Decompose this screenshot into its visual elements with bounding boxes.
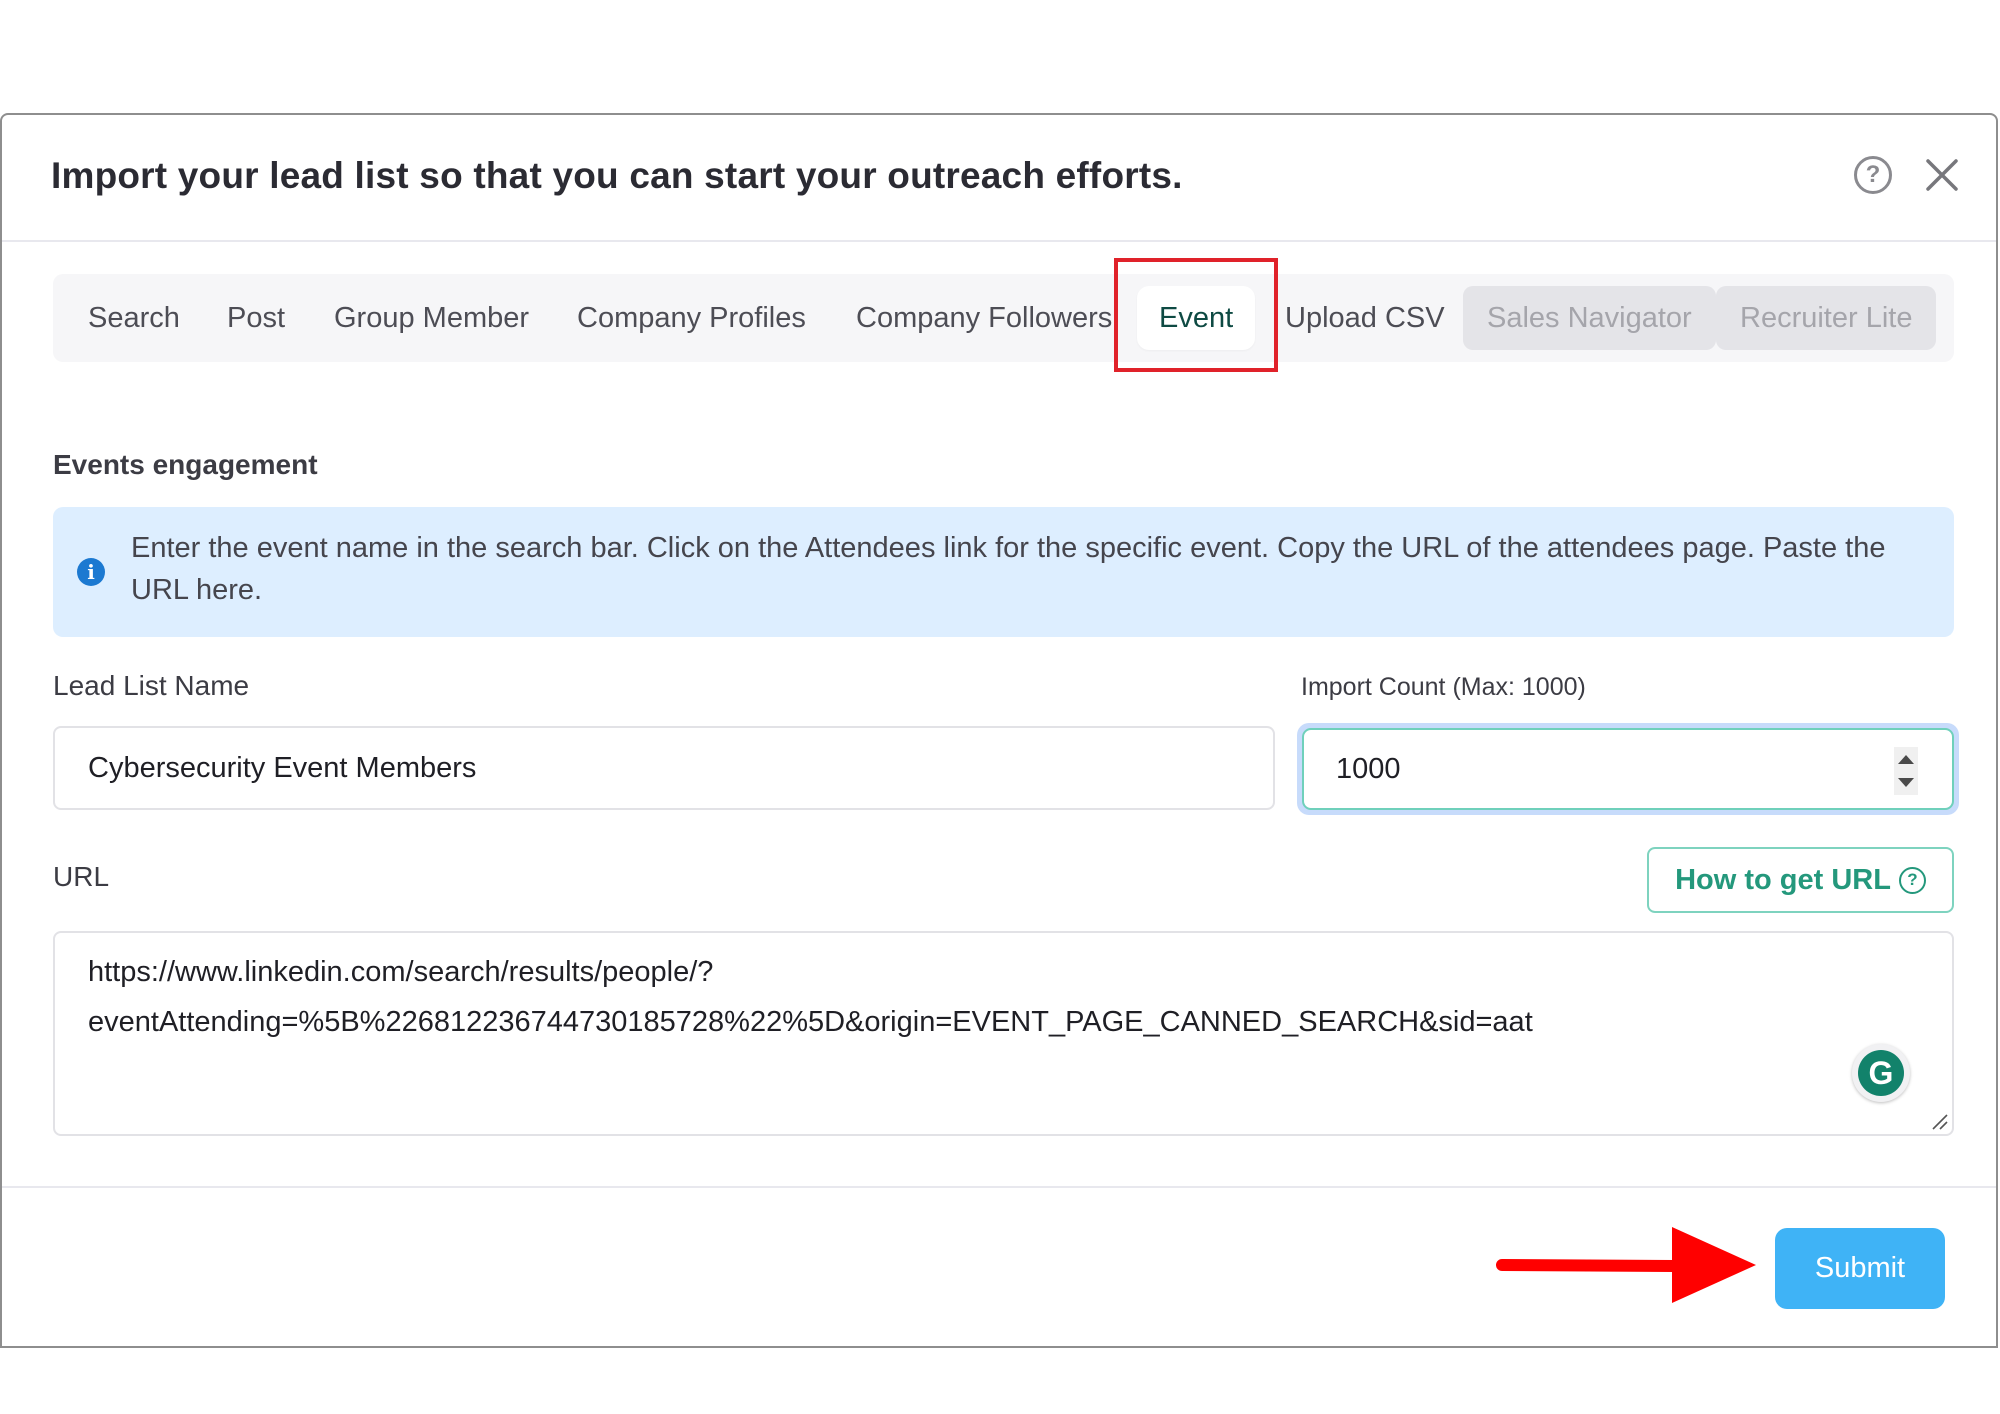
modal-title: Import your lead list so that you can st… [51, 155, 1183, 196]
import-count-stepper[interactable] [1894, 747, 1918, 795]
close-button[interactable] [1920, 153, 1964, 197]
stepper-up-icon[interactable] [1898, 755, 1914, 764]
tab-group-member[interactable]: Group Member [334, 286, 529, 350]
question-circle-icon: ? [1865, 161, 1881, 188]
url-value: https://www.linkedin.com/search/results/… [88, 947, 1908, 1047]
close-x-icon [1926, 159, 1958, 191]
stepper-down-icon[interactable] [1898, 778, 1914, 787]
lead-list-name-input[interactable]: Cybersecurity Event Members [53, 726, 1275, 810]
help-button[interactable]: ? [1854, 156, 1892, 194]
tab-event[interactable]: Event [1137, 286, 1256, 350]
import-count-input[interactable]: 1000 [1302, 728, 1954, 810]
tab-post[interactable]: Post [227, 286, 285, 350]
grammarly-button[interactable]: G [1852, 1044, 1910, 1102]
tab-company-profiles[interactable]: Company Profiles [577, 286, 806, 350]
url-value-line-1: https://www.linkedin.com/search/results/… [88, 956, 714, 988]
info-text: Enter the event name in the search bar. … [131, 532, 1886, 606]
grammarly-g-icon: G [1858, 1050, 1904, 1096]
lead-list-name-label: Lead List Name [53, 670, 250, 701]
tab-search[interactable]: Search [88, 286, 180, 350]
resize-handle-icon[interactable] [1929, 1111, 1949, 1131]
url-label: URL [53, 861, 110, 892]
tab-company-followers[interactable]: Company Followers [856, 286, 1112, 350]
import-count-label: Import Count (Max: 1000) [1301, 673, 1586, 701]
tab-upload-csv[interactable]: Upload CSV [1285, 286, 1445, 350]
how-to-get-url-button[interactable]: How to get URL ? [1647, 847, 1954, 913]
tab-sales-navigator[interactable]: Sales Navigator [1463, 286, 1716, 350]
section-title: Events engagement [53, 449, 318, 480]
import-source-tabs: Search Post Group Member Company Profile… [53, 274, 1954, 362]
how-to-get-url-label: How to get URL [1675, 863, 1891, 896]
import-lead-list-modal: Import your lead list so that you can st… [0, 113, 1998, 1348]
info-circle-icon: i [77, 558, 105, 586]
import-count-focus-ring: 1000 [1297, 723, 1959, 815]
tab-recruiter-lite[interactable]: Recruiter Lite [1716, 286, 1937, 350]
info-banner: i Enter the event name in the search bar… [53, 507, 1954, 637]
url-textarea[interactable]: https://www.linkedin.com/search/results/… [53, 931, 1954, 1136]
import-count-value: 1000 [1336, 753, 1401, 785]
submit-button[interactable]: Submit [1775, 1228, 1945, 1309]
footer-divider [2, 1186, 1996, 1188]
modal-header: Import your lead list so that you can st… [2, 115, 1996, 242]
question-circle-icon: ? [1898, 866, 1926, 894]
url-value-line-2: eventAttending=%5B%226812236744730185728… [88, 1006, 1533, 1038]
